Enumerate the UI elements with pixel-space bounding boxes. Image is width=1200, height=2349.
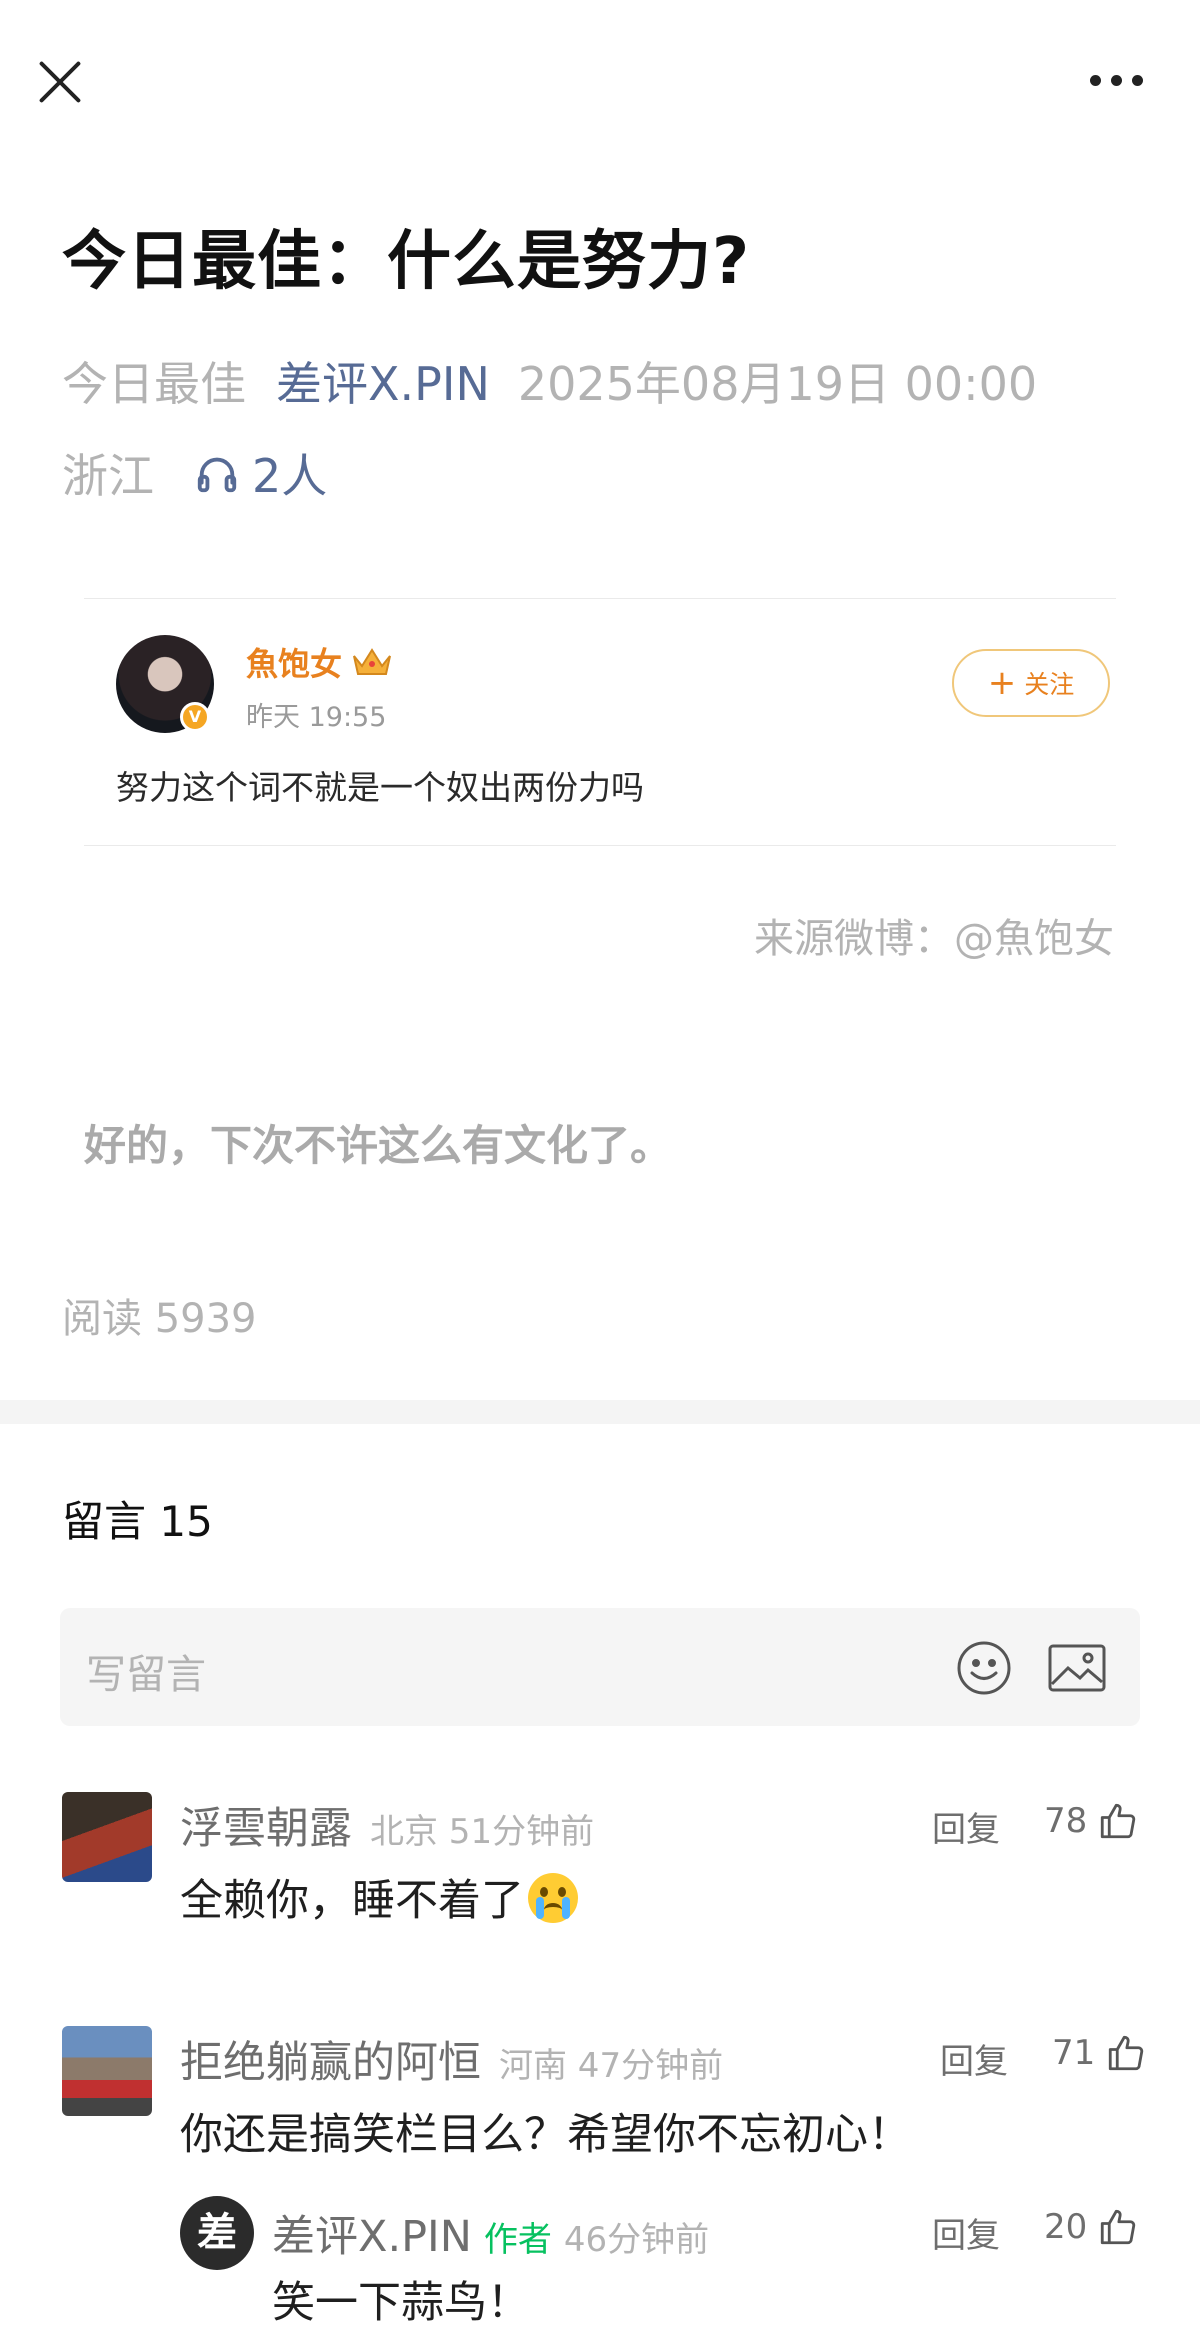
like-count: 78	[1044, 1801, 1088, 1841]
comment-author-name: 拒绝躺赢的阿恒	[180, 2038, 481, 2088]
comments-title: 留言 15	[62, 1497, 213, 1546]
read-count: 阅读 5939	[62, 1296, 257, 1342]
comment-text: 全赖你，睡不着了	[180, 1866, 578, 1928]
image-icon[interactable]	[1048, 1644, 1106, 1692]
follow-button[interactable]: + 关注	[952, 649, 1110, 717]
thumbs-up-icon	[1109, 2035, 1144, 2071]
crown-icon	[353, 648, 391, 675]
reply-button[interactable]: 回复	[940, 2034, 1008, 2083]
comment-meta: 河南 47分钟前	[499, 2046, 724, 2086]
article-title: 今日最佳：什么是努力?	[62, 225, 751, 299]
weibo-user-name[interactable]: 魚饱女	[246, 639, 394, 685]
top-bar	[0, 0, 1200, 160]
column-name: 今日最佳	[62, 357, 246, 411]
comment-author[interactable]: 浮雲朝露 北京 51分钟前	[180, 1794, 594, 1856]
plus-icon: +	[987, 663, 1017, 703]
comment-placeholder: 写留言	[86, 1652, 206, 1698]
weibo-text: 努力这个词不就是一个奴出两份力吗	[116, 768, 644, 807]
author-link[interactable]: 差评X.PIN	[276, 357, 490, 411]
thumbs-up-icon	[1101, 2209, 1136, 2245]
comment-avatar[interactable]	[62, 2026, 152, 2116]
like-count: 71	[1052, 2033, 1096, 2073]
reply-button[interactable]: 回复	[932, 2208, 1000, 2257]
reply-avatar[interactable]: 差	[180, 2196, 254, 2270]
more-icon[interactable]	[1084, 60, 1148, 100]
weibo-name-text: 魚饱女	[246, 645, 343, 683]
like-button[interactable]: 20	[1044, 2206, 1139, 2248]
comment-meta: 北京 51分钟前	[370, 1812, 595, 1852]
comment-avatar[interactable]	[62, 1792, 152, 1882]
article-punchline: 好的，下次不许这么有文化了。	[84, 1121, 673, 1170]
reply-meta: 46分钟前	[563, 2220, 710, 2260]
listener-count: 2人	[252, 449, 328, 503]
comment-text-content: 全赖你，睡不着了	[180, 1876, 524, 1926]
comment-author[interactable]: 拒绝躺赢的阿恒 河南 47分钟前	[180, 2028, 723, 2090]
comment-author-name: 浮雲朝露	[180, 1804, 352, 1854]
publish-datetime: 2025年08月19日 00:00	[517, 357, 1038, 411]
article-meta-2: 浙江 2人	[62, 440, 327, 506]
crying-emoji-icon	[528, 1873, 578, 1923]
close-icon[interactable]	[30, 52, 90, 112]
reply-text: 笑一下蒜鸟！	[272, 2278, 530, 2328]
comment-input[interactable]: 写留言	[60, 1608, 1140, 1726]
comment-text: 你还是搞笑栏目么？希望你不忘初心！	[180, 2110, 911, 2160]
reply-author[interactable]: 差评X.PIN 作者 46分钟前	[272, 2202, 709, 2264]
reply-author-name: 差评X.PIN	[272, 2212, 472, 2262]
weibo-card[interactable]: V 魚饱女 昨天 19:55 + 关注 努力这个词不就是一个奴出两份力吗	[84, 598, 1116, 846]
emoji-icon[interactable]	[956, 1640, 1012, 1696]
section-divider	[0, 1400, 1200, 1424]
verified-badge: V	[180, 702, 210, 732]
listen-button[interactable]: 2人	[194, 440, 327, 506]
follow-label: 关注	[1024, 670, 1075, 699]
source-credit: 来源微博：@魚饱女	[754, 916, 1114, 962]
headphones-icon	[197, 457, 237, 493]
like-count: 20	[1044, 2207, 1088, 2247]
thumbs-up-icon	[1101, 1803, 1136, 1839]
reply-button[interactable]: 回复	[932, 1802, 1000, 1851]
article-meta: 今日最佳 差评X.PIN 2025年08月19日 00:00	[62, 348, 1037, 414]
like-button[interactable]: 78	[1044, 1800, 1139, 1842]
like-button[interactable]: 71	[1052, 2032, 1147, 2074]
location: 浙江	[62, 449, 154, 503]
weibo-time: 昨天 19:55	[246, 702, 387, 733]
author-tag: 作者	[483, 2220, 552, 2260]
